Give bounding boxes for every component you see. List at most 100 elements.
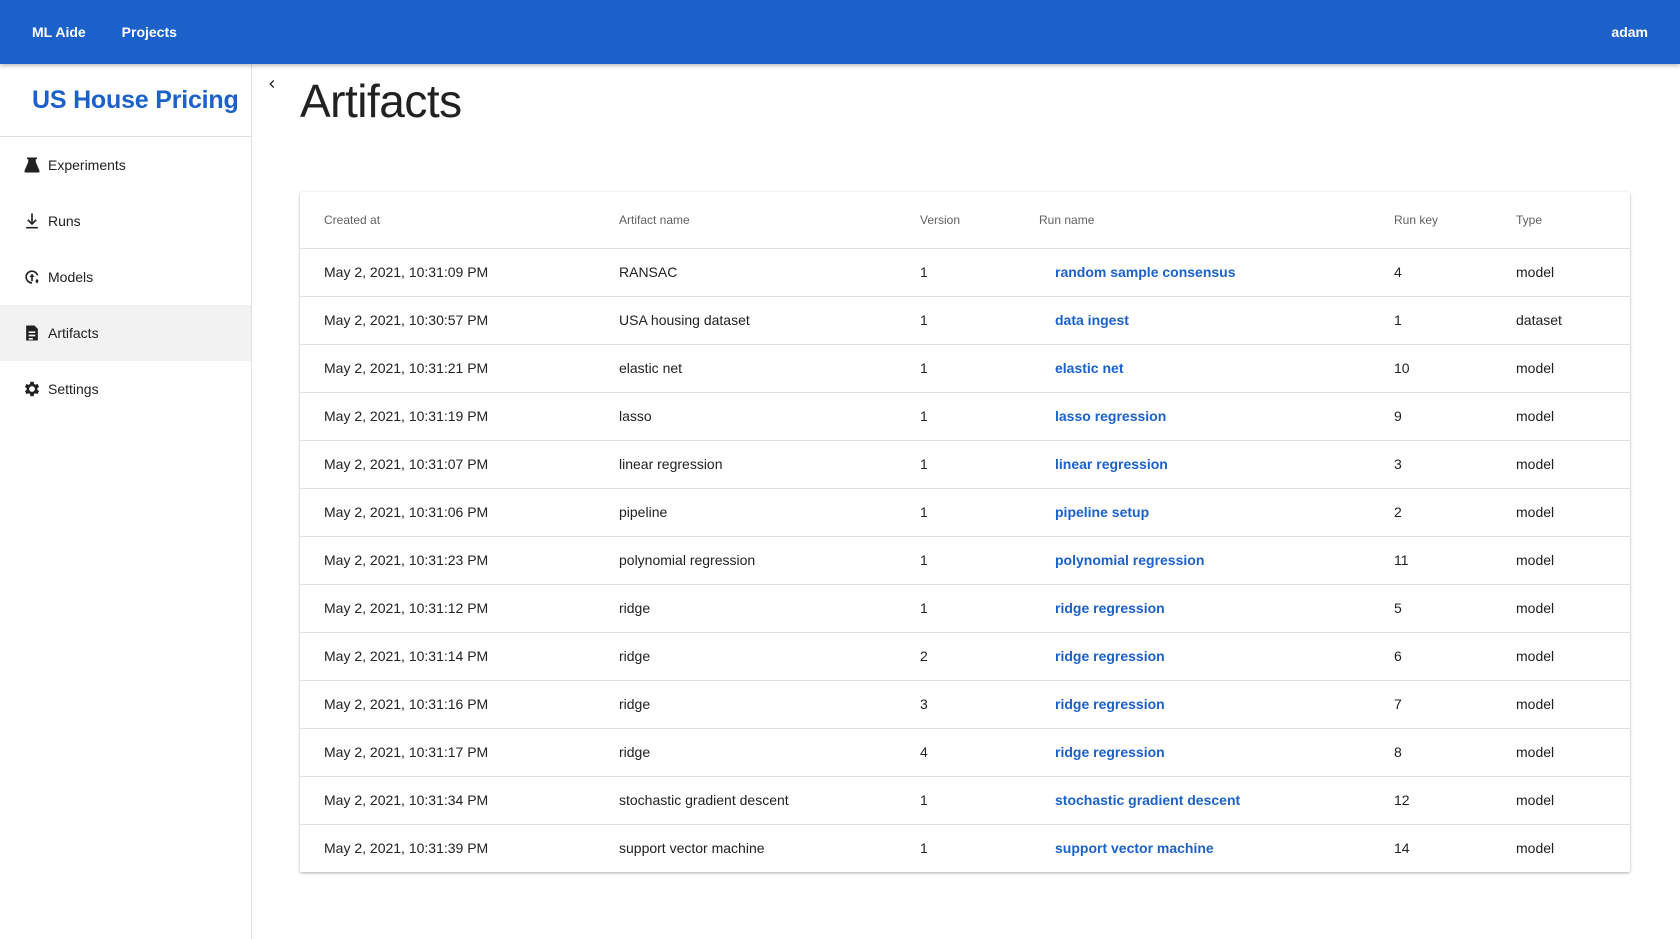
created-at-cell: May 2, 2021, 10:31:21 PM: [300, 344, 595, 393]
table-row[interactable]: May 2, 2021, 10:31:09 PM RANSAC 1 random sa…: [300, 248, 1630, 297]
run-name-cell: ridge regression: [1015, 632, 1370, 681]
run-name-link[interactable]: pipeline setup: [1055, 504, 1149, 520]
version-cell: 1: [920, 840, 928, 857]
run-name-link[interactable]: ridge regression: [1055, 600, 1165, 616]
table-row[interactable]: May 2, 2021, 10:31:16 PM ridge 3 ridge regr…: [300, 680, 1630, 729]
table-row[interactable]: May 2, 2021, 10:31:14 PM ridge 2 ridge regr…: [300, 632, 1630, 681]
type-cell: model: [1492, 488, 1630, 537]
version-cell: 1: [896, 248, 1015, 297]
run-key-cell: 6: [1370, 632, 1492, 681]
run-name-cell: lasso regression: [1015, 392, 1370, 441]
artifact-name-cell: USA housing dataset: [595, 296, 896, 345]
sidebar-item-models[interactable]: Models: [0, 249, 251, 305]
run-name-link[interactable]: data ingest: [1055, 312, 1129, 328]
table-row[interactable]: May 2, 2021, 10:31:06 PM pipeline 1 pipelin…: [300, 488, 1630, 537]
chevron-left-icon: [269, 80, 275, 88]
run-name-link[interactable]: support vector machine: [1055, 840, 1214, 856]
artifact-name-cell: polynomial regression: [595, 536, 896, 585]
run-name-link[interactable]: stochastic gradient descent: [1055, 792, 1240, 808]
column-header-run-name[interactable]: Run name: [1015, 192, 1370, 249]
type-cell: model: [1492, 440, 1630, 489]
run-name-link[interactable]: lasso regression: [1055, 408, 1166, 424]
type-cell: model: [1492, 632, 1630, 681]
project-title: US House Pricing: [0, 64, 251, 137]
version-cell: 2: [896, 632, 1015, 681]
artifact-name-cell: ridge: [595, 584, 896, 633]
run-key-cell: 9: [1370, 392, 1492, 441]
table-row[interactable]: May 2, 2021, 10:31:17 PM ridge 4 ridge regr…: [300, 728, 1630, 777]
sidebar-item-runs[interactable]: Runs: [0, 193, 251, 249]
version-cell: 1: [896, 584, 1015, 633]
artifacts-table: Created at Artifact name Version Run nam…: [300, 192, 1630, 872]
column-header-run-key[interactable]: Run key: [1370, 192, 1492, 249]
table-row[interactable]: May 2, 2021, 10:31:21 PM elastic net 1 elas…: [300, 344, 1630, 393]
run-name-link[interactable]: elastic net: [1055, 360, 1123, 376]
user-menu[interactable]: adam: [1611, 24, 1648, 40]
page-title: Artifacts: [300, 75, 462, 127]
table-row[interactable]: May 2, 2021, 10:31:23 PM polynomial regre…: [300, 536, 1630, 585]
table-row[interactable]: May 2, 2021, 10:31:07 PM linear regressio…: [300, 440, 1630, 489]
table-row[interactable]: May 2, 2021, 10:31:12 PM ridge 1 ridge regr…: [300, 584, 1630, 633]
run-name-link[interactable]: ridge regression: [1055, 648, 1165, 664]
run-key-cell: 5: [1370, 584, 1492, 633]
run-name-link[interactable]: ridge regression: [1055, 696, 1165, 712]
run-name-cell: stochastic gradient descent: [1015, 776, 1370, 825]
column-header-version[interactable]: Version: [896, 192, 1015, 249]
sidebar-item-label: Artifacts: [48, 325, 99, 341]
model-icon: [22, 267, 42, 287]
artifact-name-cell: support vector machine: [619, 840, 765, 857]
created-at-cell: May 2, 2021, 10:31:09 PM: [300, 248, 595, 297]
document-icon: [22, 323, 42, 343]
type-cell: model: [1492, 584, 1630, 633]
table-row[interactable]: May 2, 2021, 10:31:19 PM lasso 1 lasso regr…: [300, 392, 1630, 441]
column-header-artifact-name[interactable]: Artifact name: [595, 192, 896, 249]
sidebar-item-settings[interactable]: Settings: [0, 361, 251, 417]
version-cell: 1: [896, 440, 1015, 489]
sidebar-item-label: Runs: [48, 213, 81, 229]
sidebar-item-experiments[interactable]: Experiments: [0, 137, 251, 193]
run-key-cell: 8: [1370, 728, 1492, 777]
created-at-cell: May 2, 2021, 10:31:06 PM: [300, 488, 595, 537]
run-name-link[interactable]: ridge regression: [1055, 744, 1165, 760]
run-name-cell: ridge regression: [1015, 584, 1370, 633]
run-name-link[interactable]: polynomial regression: [1055, 552, 1204, 568]
type-cell: model: [1492, 248, 1630, 297]
column-header-created-at[interactable]: Created at: [300, 192, 595, 249]
type-cell: model: [1492, 728, 1630, 777]
table-row[interactable]: May 2, 2021, 10:31:39 PM support vector m…: [300, 824, 1630, 872]
run-name-link[interactable]: random sample consensus: [1055, 264, 1236, 280]
run-key-cell: 10: [1370, 344, 1492, 393]
run-key-cell: 1: [1370, 296, 1492, 345]
version-cell: 1: [896, 776, 1015, 825]
run-name-link[interactable]: linear regression: [1055, 456, 1168, 472]
run-name-cell: support vector machine: [1015, 824, 1370, 872]
version-cell: 1: [896, 536, 1015, 585]
run-icon: [22, 211, 42, 231]
sidebar-item-label: Experiments: [48, 157, 126, 173]
type-cell: model: [1492, 344, 1630, 393]
type-cell: model: [1492, 776, 1630, 825]
projects-link[interactable]: Projects: [122, 24, 177, 40]
collapse-sidebar-button[interactable]: [262, 74, 282, 94]
type-cell: model: [1492, 536, 1630, 585]
version-cell: 1: [896, 392, 1015, 441]
sidebar-item-label: Models: [48, 269, 94, 285]
column-header-type[interactable]: Type: [1492, 192, 1630, 249]
type-cell: model: [1492, 680, 1630, 729]
artifact-name-cell: ridge: [595, 728, 896, 777]
artifact-name-cell: RANSAC: [595, 248, 896, 297]
sidebar-item-artifacts[interactable]: Artifacts: [0, 305, 251, 361]
created-at-cell: May 2, 2021, 10:31:23 PM: [300, 536, 595, 585]
sidebar: US House Pricing Experiments Runs Models…: [0, 64, 252, 939]
artifact-name-cell: linear regression: [595, 440, 896, 489]
table-row[interactable]: May 2, 2021, 10:31:34 PM stochastic gradi…: [300, 776, 1630, 825]
brand-link[interactable]: ML Aide: [32, 24, 86, 40]
table-row[interactable]: May 2, 2021, 10:30:57 PM USA housing data…: [300, 296, 1630, 345]
artifact-name-cell: stochastic gradient descent: [595, 776, 896, 825]
version-cell: 1: [896, 296, 1015, 345]
run-name-cell: polynomial regression: [1015, 536, 1370, 585]
run-key-cell: 3: [1370, 440, 1492, 489]
version-cell: 1: [896, 488, 1015, 537]
gear-icon: [22, 379, 42, 399]
created-at-cell: May 2, 2021, 10:31:07 PM: [300, 440, 595, 489]
